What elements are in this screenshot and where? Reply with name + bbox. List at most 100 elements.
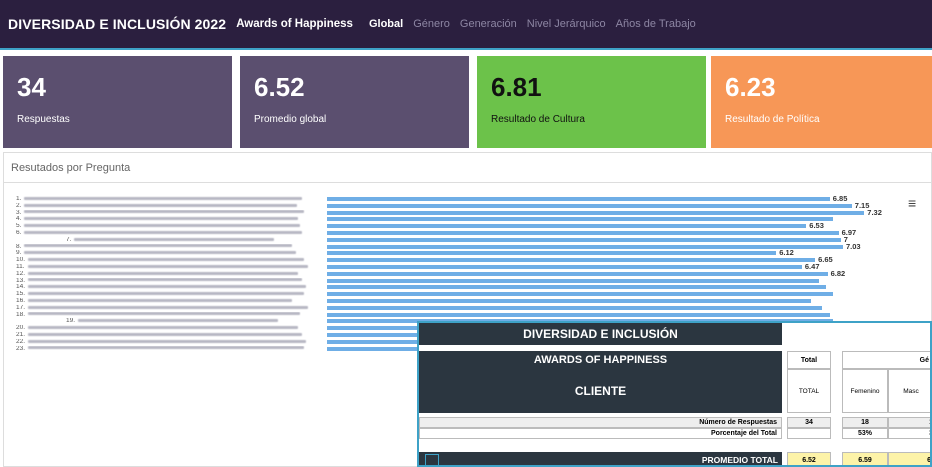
bar-value-label: 6.82 [830,268,846,278]
col-femenino: Femenino [842,369,888,413]
kpi-value: 34 [17,72,46,102]
question-row: 8. [16,244,320,251]
tab-generacion[interactable]: Generación [460,18,517,30]
question-number: 23. [16,345,26,352]
question-number: 15. [16,291,26,298]
bar-1[interactable] [327,197,830,201]
question-number: 13. [16,277,26,284]
question-text-redacted [28,339,307,343]
row-label-respuestas: Número de Respuestas [419,417,782,428]
question-number: 14. [16,284,26,291]
table-subtitle: AWARDS OF HAPPINESS [419,351,782,369]
bar-14[interactable] [327,285,827,290]
kpi-label: Resultado de Política [725,114,820,125]
question-text-redacted [28,305,309,309]
tab-genero[interactable]: Género [413,18,450,30]
kpi-value: 6.23 [725,72,776,102]
question-number: 19. [66,318,76,325]
bar-8[interactable] [327,244,843,249]
section-title: Resutados por Pregunta [11,162,131,174]
dashboard-subtitle: Awards of Happiness [236,18,353,30]
question-row: 10. [16,257,320,264]
cell-total-respuestas: 34 [787,417,831,428]
question-text-redacted [78,319,279,323]
question-text-redacted [28,325,299,329]
tab-global[interactable]: Global [369,18,403,30]
question-row: 17. [16,305,320,312]
question-row: 14. [16,284,320,291]
question-text-redacted [28,257,305,261]
question-number: 8. [16,243,22,250]
bar-value-label: 6.47 [804,262,820,271]
col-total-header: Total [787,351,831,369]
question-number: 21. [16,331,26,338]
bar-value-label: 6.53 [809,221,824,231]
question-row: 2. [16,203,320,210]
question-number: 20. [16,325,26,332]
question-number: 12. [16,270,26,277]
bar-3[interactable] [327,210,865,215]
question-row: 5. [16,223,320,230]
table-title: DIVERSIDAD E INCLUSIÓN [419,323,782,345]
cell-total-porcentaje [787,428,831,439]
bar-value-label: 7.32 [867,207,882,217]
bar-value-label: 6.12 [779,248,794,258]
col-genero-header: Gé [842,351,930,369]
question-number: 5. [16,223,22,230]
kpi-card-politica: 6.23 Resultado de Política [711,56,932,148]
row-label-promedio: PROMEDIO TOTAL [419,452,782,465]
question-number: 3. [16,209,22,216]
bar-5[interactable] [327,224,807,229]
tab-nivel-jerarquico[interactable]: Nivel Jerárquico [527,18,606,30]
question-text-redacted [28,312,301,316]
bar-15[interactable] [327,292,834,297]
question-text-redacted [28,271,299,275]
question-row: 12. [16,271,320,278]
question-row: 13. [16,278,320,285]
question-row: 7. [16,237,320,244]
bar-4[interactable] [327,217,834,222]
question-text-redacted [24,217,299,221]
col-masculino: Masc [888,369,930,413]
bar-value-label: 7.03 [846,241,861,251]
bar-10[interactable] [327,258,816,263]
tab-anos-de-trabajo[interactable]: Años de Trabajo [616,18,696,30]
kpi-label: Promedio global [254,114,327,125]
kpi-label: Respuestas [17,114,70,125]
cell-total-promedio: 6.52 [787,452,831,465]
bar-16[interactable] [327,299,812,303]
question-row: 21. [16,332,320,339]
question-row: 6. [16,230,320,237]
question-row: 9. [16,250,320,257]
bar-6[interactable] [327,231,839,235]
bar-2[interactable] [327,203,852,208]
kpi-card-respuestas: 34 Respuestas [3,56,232,148]
question-number: 11. [16,263,25,270]
question-row: 22. [16,339,320,346]
bar-13[interactable] [327,278,819,283]
question-text-redacted [28,291,305,295]
cell-masc-respuestas: 1 [888,417,930,428]
bar-7[interactable] [327,237,841,242]
bar-11[interactable] [327,265,802,269]
question-text-redacted [28,278,303,282]
question-row: 18. [16,312,320,319]
bar-12[interactable] [327,271,828,276]
bar-17[interactable] [327,305,823,310]
question-text-redacted [24,244,293,248]
table-client: CLIENTE [419,369,782,413]
bar-18[interactable] [327,312,830,317]
dashboard-title: DIVERSIDAD E INCLUSIÓN 2022 [8,16,227,32]
bar-value-label: 6.85 [832,194,848,203]
cell-fem-respuestas: 18 [842,417,888,428]
question-row: 15. [16,291,320,298]
kpi-label: Resultado de Cultura [491,114,585,125]
bar-9[interactable] [327,251,777,256]
bar-value-label: 6.65 [818,255,833,265]
question-row: 4. [16,216,320,223]
question-text-redacted [24,251,297,255]
hamburger-menu-icon[interactable]: ≡ [908,195,916,211]
col-total-subheader: TOTAL [787,369,831,413]
question-number: 1. [16,196,22,202]
question-number: 16. [16,297,26,304]
